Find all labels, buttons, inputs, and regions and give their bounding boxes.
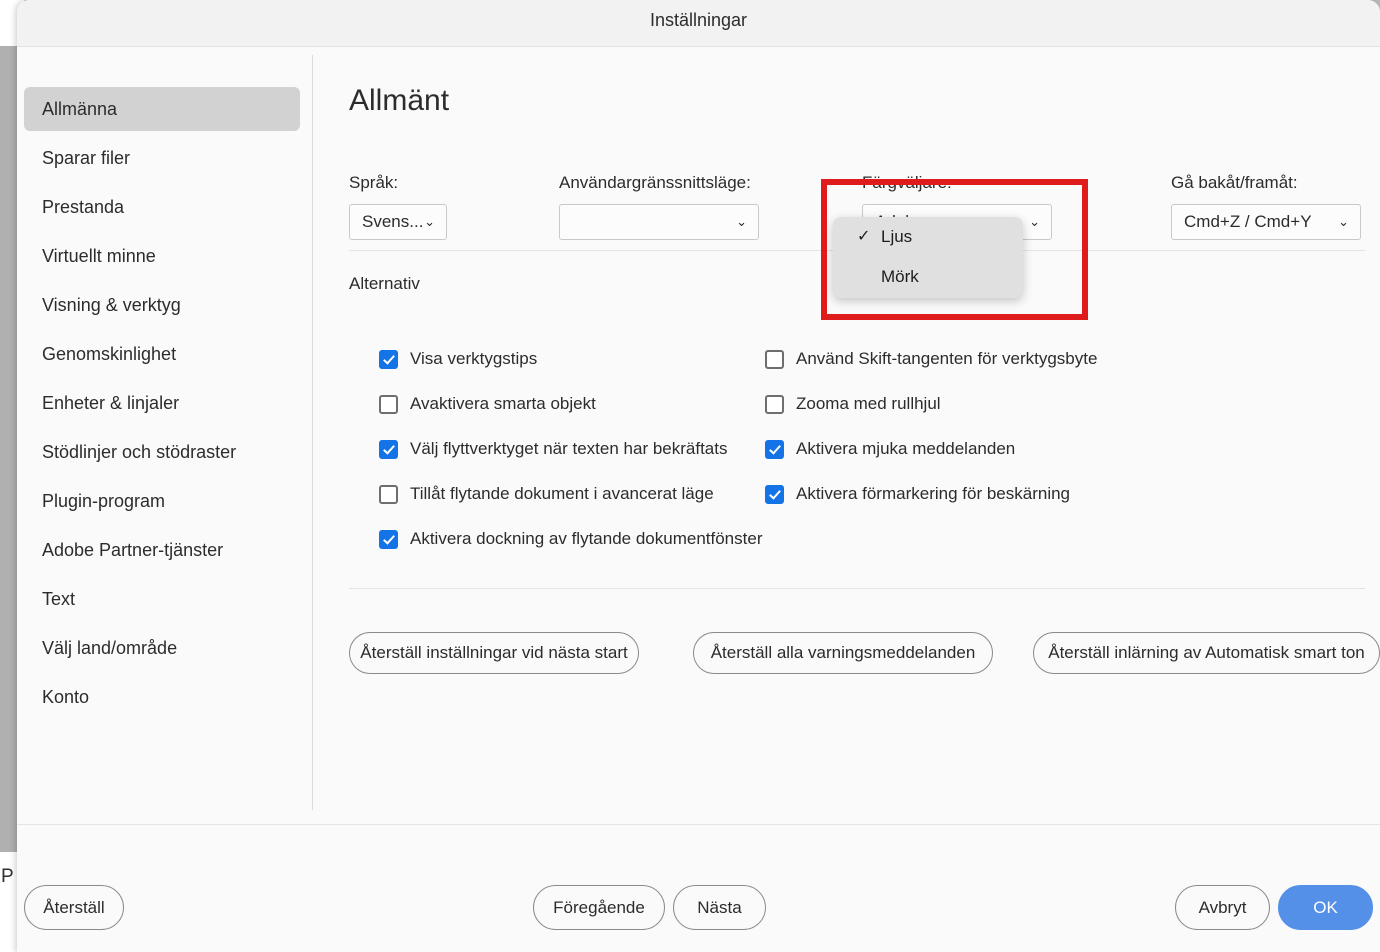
dropdown-item-label: Ljus — [881, 227, 913, 246]
language-select-value: Svens... — [362, 212, 424, 231]
field-undo-redo: Gå bakåt/framåt: Cmd+Z / Cmd+Y ⌄ — [1171, 173, 1361, 240]
field-language: Språk: Svens... ⌄ — [349, 173, 447, 240]
next-button[interactable]: Nästa — [673, 885, 766, 930]
checkbox-icon[interactable] — [765, 484, 784, 504]
undo-redo-select-value: Cmd+Z / Cmd+Y — [1184, 212, 1312, 231]
checkbox-icon[interactable] — [765, 349, 784, 369]
sidebar-item-9[interactable]: Adobe Partner-tjänster — [24, 528, 300, 572]
reset-pill-2[interactable]: Återställ inlärning av Automatisk smart … — [1033, 632, 1380, 674]
checkbox-icon[interactable] — [379, 439, 398, 459]
sidebar-item-8[interactable]: Plugin-program — [24, 479, 300, 523]
main-content: Allmänt Språk: Svens... ⌄ Användargränss… — [313, 47, 1380, 952]
divider-bottom — [349, 588, 1365, 589]
checkbox-left-3[interactable]: Tillåt flytande dokument i avancerat läg… — [379, 482, 714, 506]
checkbox-right-2[interactable]: Aktivera mjuka meddelanden — [765, 437, 1015, 461]
preferences-dialog: Inställningar Allmänna Sparar filer Presta… — [17, 0, 1380, 952]
sidebar-item-10[interactable]: Text — [24, 577, 300, 621]
language-select[interactable]: Svens... ⌄ — [349, 204, 447, 240]
ui-mode-select[interactable]: ⌄ — [559, 204, 759, 240]
checkbox-left-label: Aktivera dockning av flytande dokumentfö… — [410, 529, 763, 548]
field-ui-mode-label: Användargränssnittsläge: — [559, 173, 751, 192]
reset-pill-0[interactable]: Återställ inställningar vid nästa start — [349, 632, 639, 674]
checkbox-right-label: Aktivera förmarkering för beskärning — [796, 484, 1071, 503]
sidebar-item-6[interactable]: Enheter & linjaler — [24, 381, 300, 425]
checkbox-left-4[interactable]: Aktivera dockning av flytande dokumentfö… — [379, 527, 762, 551]
checkbox-right-label: Aktivera mjuka meddelanden — [796, 439, 1016, 458]
checkbox-right-0[interactable]: Använd Skift-tangenten för verktygsbyte — [765, 347, 1097, 371]
field-ui-mode: Användargränssnittsläge: ⌄ — [559, 173, 759, 240]
ui-mode-dropdown-menu[interactable]: ✓ Ljus Mörk — [833, 217, 1023, 298]
sidebar-item-0[interactable]: Allmänna — [24, 87, 300, 131]
sidebar-item-7[interactable]: Stödlinjer och stödraster — [24, 430, 300, 474]
checkbox-icon[interactable] — [765, 394, 784, 414]
sidebar-item-4[interactable]: Visning & verktyg — [24, 283, 300, 327]
sidebar-item-11[interactable]: Välj land/område — [24, 626, 300, 670]
checkbox-icon[interactable] — [379, 349, 398, 369]
ok-button[interactable]: OK — [1278, 885, 1373, 930]
dialog-titlebar: Inställningar — [17, 0, 1380, 47]
reset-button[interactable]: Återställ — [24, 885, 124, 930]
sidebar: Allmänna Sparar filer Prestanda Virtuellt m… — [17, 47, 312, 807]
page-title: Allmänt — [349, 84, 450, 117]
field-color-picker-label: Färgväljare: — [862, 173, 952, 192]
dropdown-item-0[interactable]: ✓ Ljus — [833, 217, 1023, 257]
checkbox-left-0[interactable]: Visa verktygstips — [379, 347, 537, 371]
chevron-down-icon: ⌄ — [424, 214, 435, 229]
footer-divider — [17, 824, 1380, 825]
checkbox-left-label: Visa verktygstips — [410, 349, 538, 368]
checkbox-left-2[interactable]: Välj flyttverktyget när texten har bekrä… — [379, 437, 727, 461]
cancel-button[interactable]: Avbryt — [1175, 885, 1270, 930]
reset-pill-1[interactable]: Återställ alla varningsmeddelanden — [693, 632, 993, 674]
previous-button[interactable]: Föregående — [533, 885, 665, 930]
sidebar-item-2[interactable]: Prestanda — [24, 185, 300, 229]
sidebar-item-3[interactable]: Virtuellt minne — [24, 234, 300, 278]
field-language-label: Språk: — [349, 173, 399, 192]
dropdown-item-label: Mörk — [881, 267, 919, 286]
field-undo-redo-label: Gå bakåt/framåt: — [1171, 173, 1298, 192]
checkbox-right-label: Zooma med rullhjul — [796, 394, 941, 413]
options-section-label: Alternativ — [349, 274, 420, 293]
undo-redo-select[interactable]: Cmd+Z / Cmd+Y ⌄ — [1171, 204, 1361, 240]
background-window-shade — [0, 46, 17, 852]
checkbox-left-label: Välj flyttverktyget när texten har bekrä… — [410, 439, 728, 458]
checkbox-icon[interactable] — [379, 484, 398, 504]
chevron-down-icon: ⌄ — [736, 214, 747, 229]
dropdown-item-1[interactable]: Mörk — [833, 257, 1023, 297]
sidebar-item-5[interactable]: Genomskinlighet — [24, 332, 300, 376]
checkbox-icon[interactable] — [765, 439, 784, 459]
checkbox-icon[interactable] — [379, 394, 398, 414]
chevron-down-icon: ⌄ — [1338, 214, 1349, 229]
sidebar-item-12[interactable]: Konto — [24, 675, 300, 719]
checkmark-icon: ✓ — [857, 228, 871, 245]
screen: P Inställningar Allmänna Sparar filer Pres… — [0, 0, 1380, 952]
sidebar-item-1[interactable]: Sparar filer — [24, 136, 300, 180]
background-window-label: P — [1, 866, 14, 887]
checkbox-right-label: Använd Skift-tangenten för verktygsbyte — [796, 349, 1098, 368]
chevron-down-icon: ⌄ — [1029, 214, 1040, 229]
checkbox-left-label: Avaktivera smarta objekt — [410, 394, 596, 413]
checkbox-right-1[interactable]: Zooma med rullhjul — [765, 392, 941, 416]
dialog-title: Inställningar — [649, 10, 748, 30]
checkbox-left-1[interactable]: Avaktivera smarta objekt — [379, 392, 596, 416]
checkbox-left-label: Tillåt flytande dokument i avancerat läg… — [410, 484, 714, 503]
checkbox-right-3[interactable]: Aktivera förmarkering för beskärning — [765, 482, 1070, 506]
checkbox-icon[interactable] — [379, 529, 398, 549]
